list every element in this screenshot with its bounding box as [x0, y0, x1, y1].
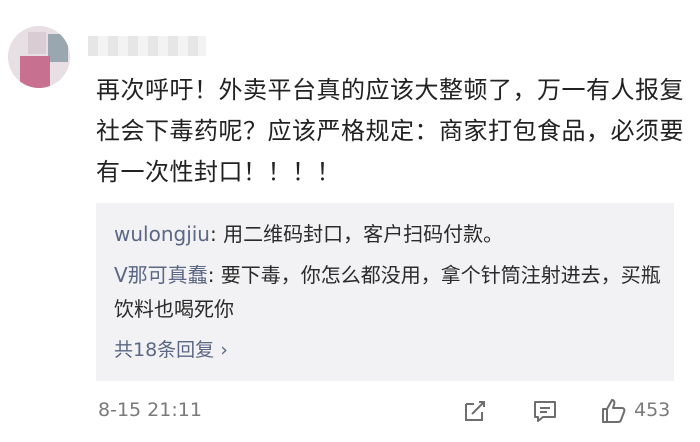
- reply-username[interactable]: V那可真蠢: [114, 263, 208, 287]
- comment-icon[interactable]: [530, 396, 560, 426]
- reply-item: V那可真蠢: 要下毒，你怎么都没用，拿个针筒注射进去，买瓶饮料也喝死你: [114, 258, 669, 326]
- more-replies-label: 共18条回复: [114, 339, 215, 361]
- timestamp: 8-15 21:11: [98, 399, 202, 421]
- like-count: 453: [634, 399, 671, 421]
- avatar[interactable]: [8, 26, 70, 88]
- share-icon[interactable]: [460, 396, 490, 426]
- reply-username[interactable]: wulongjiu: [114, 222, 210, 246]
- reply-text: : 用二维码封口，客户扫码付款。: [210, 222, 504, 246]
- avatar-block: [48, 34, 68, 62]
- like-icon[interactable]: [598, 396, 628, 426]
- reply-item: wulongjiu: 用二维码封口，客户扫码付款。: [114, 217, 669, 251]
- username[interactable]: [88, 36, 206, 56]
- chevron-right-icon: ›: [220, 339, 228, 361]
- comment-text: 再次呼吁！外卖平台真的应该大整顿了，万一有人报复社会下毒药呢？应该严格规定：商家…: [96, 76, 684, 186]
- more-replies-link[interactable]: 共18条回复 ›: [114, 335, 228, 362]
- avatar-block: [20, 56, 50, 88]
- reply-box: wulongjiu: 用二维码封口，客户扫码付款。 V那可真蠢: 要下毒，你怎么…: [96, 203, 674, 381]
- avatar-block: [28, 32, 46, 54]
